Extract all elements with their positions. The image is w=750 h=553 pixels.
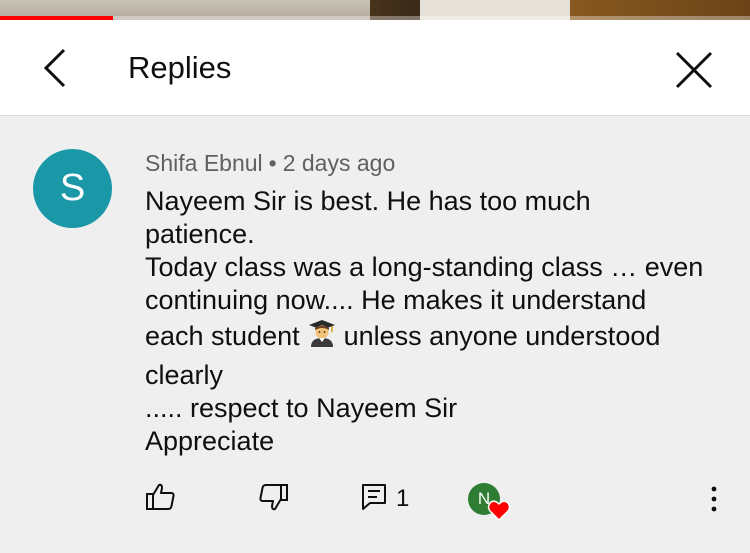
- back-button[interactable]: [30, 44, 78, 92]
- avatar[interactable]: S: [33, 149, 112, 228]
- comment-line: ..... respect to Nayeem Sir: [145, 393, 458, 423]
- thumbs-down-icon: [259, 484, 288, 511]
- replies-header: Replies: [0, 20, 750, 116]
- more-options-button[interactable]: [700, 483, 728, 515]
- comment-text: unless anyone understood: [343, 321, 661, 352]
- author-name[interactable]: Shifa Ebnul: [145, 150, 263, 176]
- comment-line: clearly: [145, 360, 224, 390]
- comment-body: Nayeem Sir is best. He has too much pati…: [145, 185, 735, 458]
- comment-line: Appreciate: [145, 426, 275, 456]
- reply-button[interactable]: [360, 481, 388, 516]
- comment-line: Nayeem Sir is best. He has too much: [145, 186, 591, 216]
- comment-line: patience.: [145, 219, 255, 249]
- close-button[interactable]: [668, 44, 720, 96]
- comment-line: Today class was a long-standing class … …: [145, 252, 704, 282]
- page-title: Replies: [128, 50, 232, 85]
- student-emoji-icon: [308, 320, 335, 347]
- comment-thread: S Shifa Ebnul • 2 days ago Nayeem Sir is b…: [0, 117, 750, 553]
- comment-text: each student: [145, 321, 300, 352]
- like-button[interactable]: [145, 481, 177, 518]
- close-icon: [675, 51, 713, 89]
- dislike-button[interactable]: [257, 481, 289, 518]
- comment-time: 2 days ago: [282, 150, 396, 176]
- student-emoji: [308, 317, 336, 355]
- comment-meta: Shifa Ebnul • 2 days ago: [145, 150, 395, 177]
- more-vertical-icon: [711, 486, 717, 512]
- comment-line: continuing now.... He makes it understan…: [145, 285, 647, 315]
- reply-comment-icon: [362, 484, 386, 510]
- reply-count[interactable]: 1: [396, 485, 409, 513]
- comment-line-with-emoji: each student unless anyone understood: [145, 317, 735, 359]
- heart-icon: [487, 500, 511, 521]
- chevron-left-icon: [43, 48, 66, 88]
- thumbs-up-icon: [146, 483, 175, 510]
- comment-actions: 1 N: [0, 477, 750, 521]
- avatar-letter: S: [59, 167, 86, 209]
- meta-separator: •: [268, 150, 277, 176]
